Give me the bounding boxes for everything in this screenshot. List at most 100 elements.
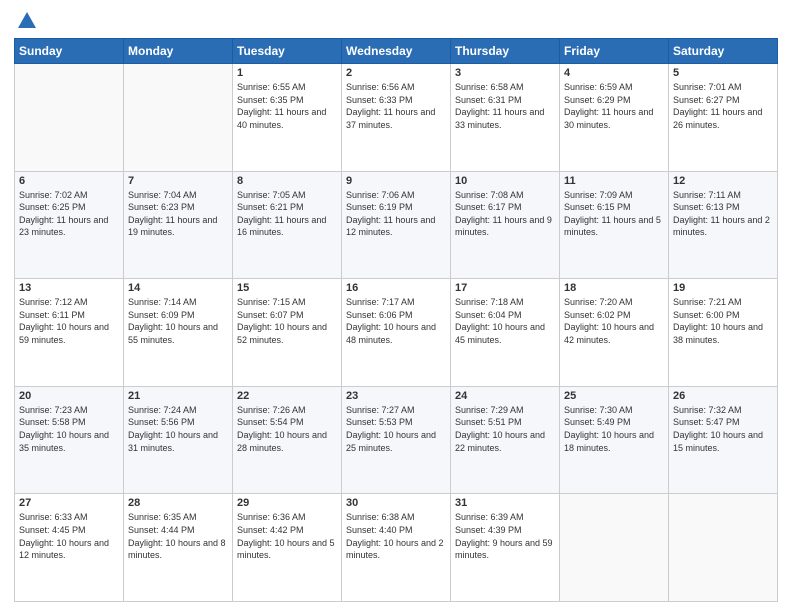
day-detail: Sunrise: 6:39 AM Sunset: 4:39 PM Dayligh… [455,511,555,561]
calendar-header-wednesday: Wednesday [342,39,451,64]
day-number: 3 [455,67,555,79]
calendar-cell: 9Sunrise: 7:06 AM Sunset: 6:19 PM Daylig… [342,171,451,279]
day-detail: Sunrise: 7:32 AM Sunset: 5:47 PM Dayligh… [673,404,773,454]
day-detail: Sunrise: 6:36 AM Sunset: 4:42 PM Dayligh… [237,511,337,561]
calendar-header-monday: Monday [124,39,233,64]
day-number: 31 [455,497,555,509]
day-detail: Sunrise: 7:11 AM Sunset: 6:13 PM Dayligh… [673,189,773,239]
calendar-header-friday: Friday [560,39,669,64]
day-detail: Sunrise: 7:02 AM Sunset: 6:25 PM Dayligh… [19,189,119,239]
page: SundayMondayTuesdayWednesdayThursdayFrid… [0,0,792,612]
calendar-cell: 23 Sunrise: 7:27 AM Sunset: 5:53 PM Dayli… [342,386,451,494]
calendar-header-tuesday: Tuesday [233,39,342,64]
day-detail: Sunrise: 7:15 AM Sunset: 6:07 PM Dayligh… [237,296,337,346]
day-number: 24 [455,390,555,402]
day-number: 17 [455,282,555,294]
calendar-cell: 21Sunrise: 7:24 AM Sunset: 5:56 PM Dayli… [124,386,233,494]
day-detail: Sunrise: 7:23 AM Sunset: 5:58 PM Dayligh… [19,404,119,454]
day-number: 10 [455,175,555,187]
day-number: 28 [128,497,228,509]
day-number: 6 [19,175,119,187]
calendar-cell: 3 Sunrise: 6:58 AM Sunset: 6:31 PM Daylig… [451,64,560,172]
day-number: 12 [673,175,773,187]
day-detail: Sunrise: 7:18 AM Sunset: 6:04 PM Dayligh… [455,296,555,346]
day-number: 19 [673,282,773,294]
day-number: 5 [673,67,773,79]
day-number: 29 [237,497,337,509]
calendar-cell: 6 Sunrise: 7:02 AM Sunset: 6:25 PM Daylig… [15,171,124,279]
calendar-cell: 25 Sunrise: 7:30 AM Sunset: 5:49 PM Dayli… [560,386,669,494]
logo-icon [16,10,38,32]
calendar-cell: 29 Sunrise: 6:36 AM Sunset: 4:42 PM Dayli… [233,494,342,602]
calendar-header-sunday: Sunday [15,39,124,64]
day-detail: Sunrise: 7:09 AM Sunset: 6:15 PM Dayligh… [564,189,664,239]
logo-area [14,10,38,32]
calendar-cell: 5Sunrise: 7:01 AM Sunset: 6:27 PM Daylig… [669,64,778,172]
day-detail: Sunrise: 6:38 AM Sunset: 4:40 PM Dayligh… [346,511,446,561]
calendar-cell [124,64,233,172]
calendar-cell: 19 Sunrise: 7:21 AM Sunset: 6:00 PM Dayli… [669,279,778,387]
calendar-cell: 16Sunrise: 7:17 AM Sunset: 6:06 PM Dayli… [342,279,451,387]
calendar-week-1: 1 Sunrise: 6:55 AM Sunset: 6:35 PM Daylig… [15,64,778,172]
calendar-cell: 8Sunrise: 7:05 AM Sunset: 6:21 PM Daylig… [233,171,342,279]
day-detail: Sunrise: 6:35 AM Sunset: 4:44 PM Dayligh… [128,511,228,561]
day-number: 7 [128,175,228,187]
day-number: 18 [564,282,664,294]
day-number: 20 [19,390,119,402]
day-detail: Sunrise: 6:56 AM Sunset: 6:33 PM Dayligh… [346,81,446,131]
day-detail: Sunrise: 6:58 AM Sunset: 6:31 PM Dayligh… [455,81,555,131]
calendar-cell: 15 Sunrise: 7:15 AM Sunset: 6:07 PM Dayli… [233,279,342,387]
day-detail: Sunrise: 7:27 AM Sunset: 5:53 PM Dayligh… [346,404,446,454]
calendar-cell: 31 Sunrise: 6:39 AM Sunset: 4:39 PM Dayli… [451,494,560,602]
header [14,10,778,32]
calendar-cell [15,64,124,172]
day-number: 2 [346,67,446,79]
calendar-header-row: SundayMondayTuesdayWednesdayThursdayFrid… [15,39,778,64]
day-detail: Sunrise: 7:12 AM Sunset: 6:11 PM Dayligh… [19,296,119,346]
day-detail: Sunrise: 7:08 AM Sunset: 6:17 PM Dayligh… [455,189,555,239]
calendar-cell: 10 Sunrise: 7:08 AM Sunset: 6:17 PM Dayli… [451,171,560,279]
calendar-cell: 2 Sunrise: 6:56 AM Sunset: 6:33 PM Daylig… [342,64,451,172]
day-detail: Sunrise: 7:26 AM Sunset: 5:54 PM Dayligh… [237,404,337,454]
calendar-cell: 28 Sunrise: 6:35 AM Sunset: 4:44 PM Dayli… [124,494,233,602]
day-number: 30 [346,497,446,509]
day-number: 23 [346,390,446,402]
day-detail: Sunrise: 7:21 AM Sunset: 6:00 PM Dayligh… [673,296,773,346]
calendar-cell: 1 Sunrise: 6:55 AM Sunset: 6:35 PM Daylig… [233,64,342,172]
calendar-header-thursday: Thursday [451,39,560,64]
calendar-cell: 18 Sunrise: 7:20 AM Sunset: 6:02 PM Dayli… [560,279,669,387]
day-detail: Sunrise: 6:55 AM Sunset: 6:35 PM Dayligh… [237,81,337,131]
day-number: 14 [128,282,228,294]
day-number: 15 [237,282,337,294]
calendar-cell: 27 Sunrise: 6:33 AM Sunset: 4:45 PM Dayli… [15,494,124,602]
day-number: 16 [346,282,446,294]
day-number: 1 [237,67,337,79]
calendar-cell [669,494,778,602]
calendar-week-3: 13 Sunrise: 7:12 AM Sunset: 6:11 PM Dayli… [15,279,778,387]
calendar-week-2: 6 Sunrise: 7:02 AM Sunset: 6:25 PM Daylig… [15,171,778,279]
calendar-header-saturday: Saturday [669,39,778,64]
day-detail: Sunrise: 6:33 AM Sunset: 4:45 PM Dayligh… [19,511,119,561]
day-detail: Sunrise: 7:20 AM Sunset: 6:02 PM Dayligh… [564,296,664,346]
day-detail: Sunrise: 7:30 AM Sunset: 5:49 PM Dayligh… [564,404,664,454]
day-detail: Sunrise: 7:29 AM Sunset: 5:51 PM Dayligh… [455,404,555,454]
calendar-cell: 12 Sunrise: 7:11 AM Sunset: 6:13 PM Dayli… [669,171,778,279]
day-number: 8 [237,175,337,187]
calendar-cell: 24 Sunrise: 7:29 AM Sunset: 5:51 PM Dayli… [451,386,560,494]
calendar-cell: 20 Sunrise: 7:23 AM Sunset: 5:58 PM Dayli… [15,386,124,494]
day-number: 26 [673,390,773,402]
day-detail: Sunrise: 7:04 AM Sunset: 6:23 PM Dayligh… [128,189,228,239]
day-number: 27 [19,497,119,509]
calendar-cell: 22Sunrise: 7:26 AM Sunset: 5:54 PM Dayli… [233,386,342,494]
calendar-cell: 13 Sunrise: 7:12 AM Sunset: 6:11 PM Dayli… [15,279,124,387]
day-number: 13 [19,282,119,294]
calendar-cell: 7 Sunrise: 7:04 AM Sunset: 6:23 PM Daylig… [124,171,233,279]
calendar-cell: 17 Sunrise: 7:18 AM Sunset: 6:04 PM Dayli… [451,279,560,387]
day-number: 25 [564,390,664,402]
day-detail: Sunrise: 7:06 AM Sunset: 6:19 PM Dayligh… [346,189,446,239]
logo [14,10,38,32]
calendar-cell [560,494,669,602]
day-detail: Sunrise: 6:59 AM Sunset: 6:29 PM Dayligh… [564,81,664,131]
calendar-cell: 4Sunrise: 6:59 AM Sunset: 6:29 PM Daylig… [560,64,669,172]
calendar-cell: 26 Sunrise: 7:32 AM Sunset: 5:47 PM Dayli… [669,386,778,494]
